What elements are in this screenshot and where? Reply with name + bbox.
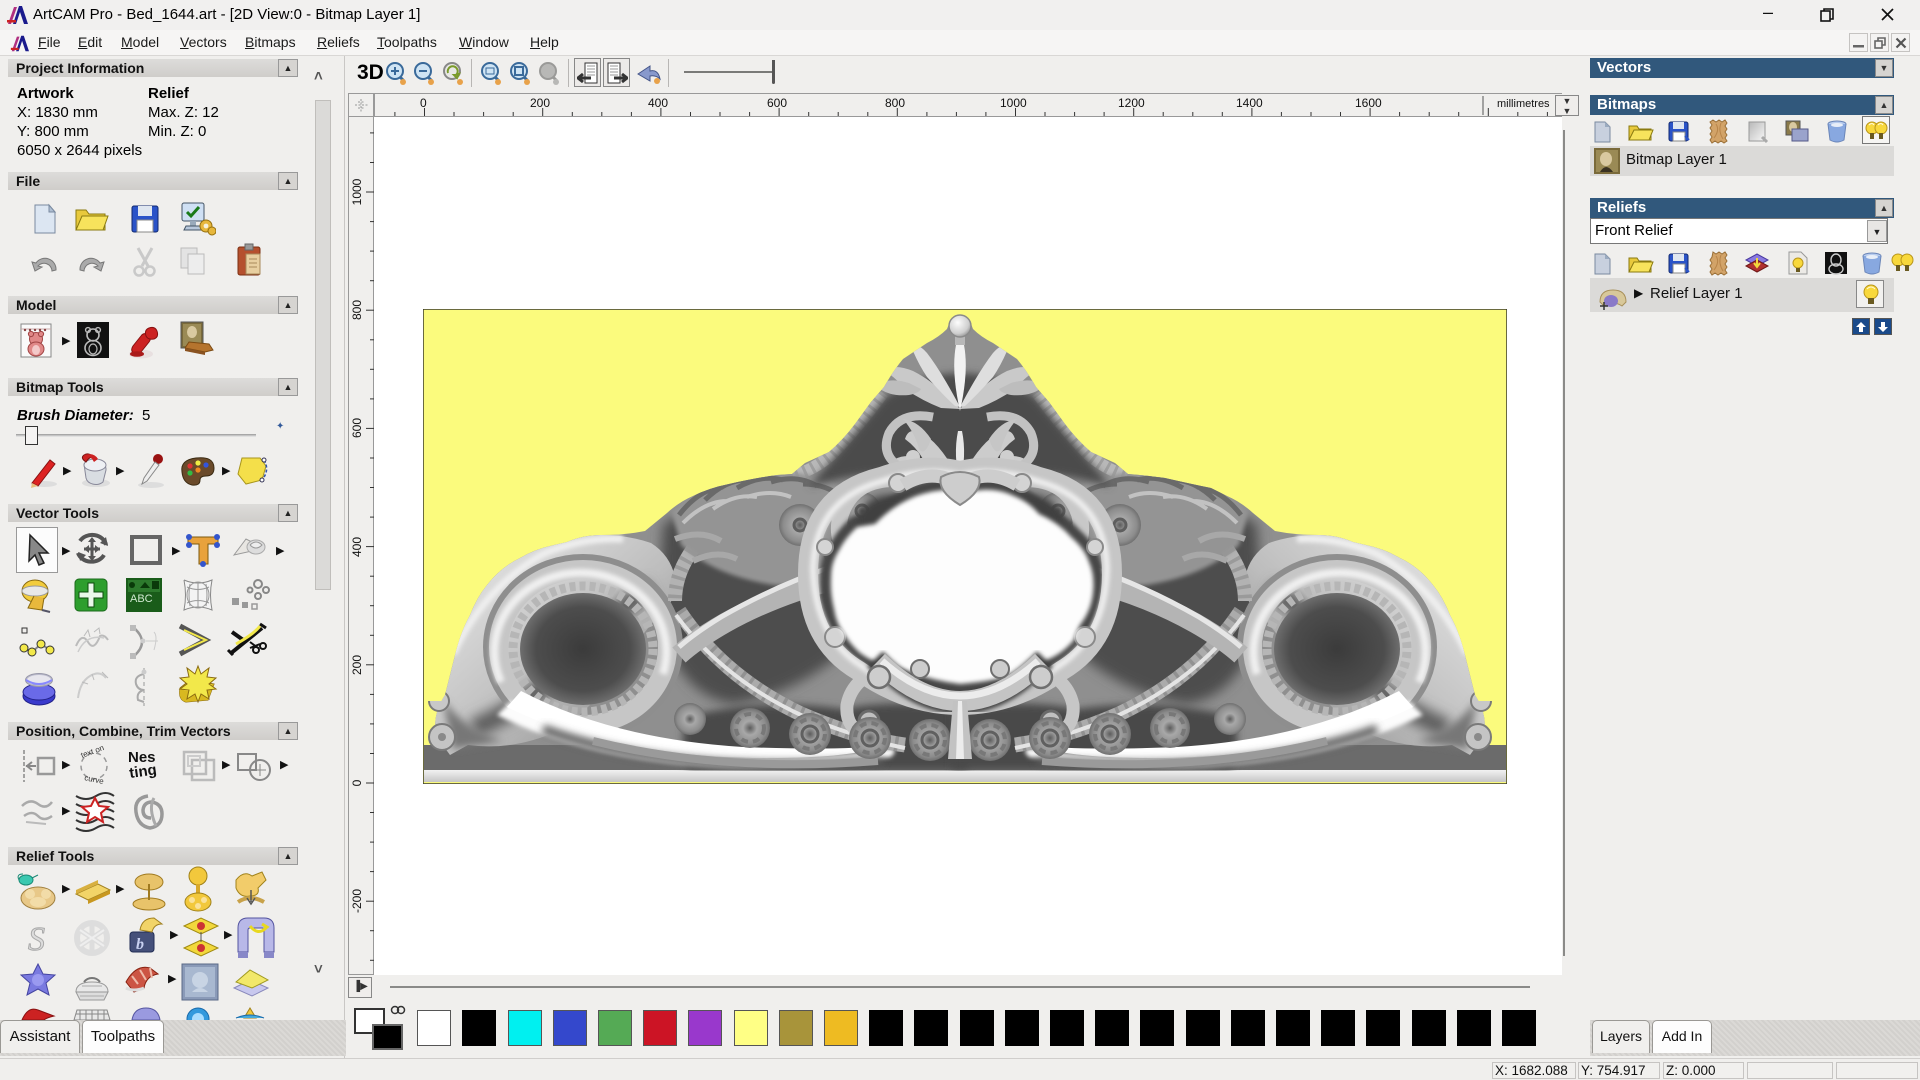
- svg-text:1600: 1600: [1355, 96, 1382, 110]
- svg-text:1000: 1000: [1000, 96, 1027, 110]
- svg-text:200: 200: [350, 655, 364, 675]
- svg-text:800: 800: [350, 300, 364, 320]
- svg-text:b: b: [136, 936, 144, 953]
- svg-text:200: 200: [530, 96, 550, 110]
- svg-text:800: 800: [885, 96, 905, 110]
- svg-text:1000: 1000: [350, 178, 364, 205]
- svg-text:600: 600: [767, 96, 787, 110]
- svg-text:0: 0: [420, 96, 427, 110]
- svg-text:millimetres: millimetres: [1497, 98, 1550, 110]
- svg-text:400: 400: [350, 537, 364, 557]
- svg-text:ABC: ABC: [130, 593, 153, 605]
- svg-text:S: S: [28, 921, 45, 958]
- svg-text:0: 0: [350, 779, 364, 786]
- svg-text:ting: ting: [128, 761, 158, 782]
- svg-text:600: 600: [350, 418, 364, 438]
- svg-text:1400: 1400: [1236, 96, 1263, 110]
- svg-text:1200: 1200: [1118, 96, 1145, 110]
- svg-text:400: 400: [648, 96, 668, 110]
- svg-text:text on: text on: [80, 746, 106, 760]
- svg-text:-200: -200: [350, 889, 364, 913]
- svg-text:curve: curve: [84, 773, 106, 786]
